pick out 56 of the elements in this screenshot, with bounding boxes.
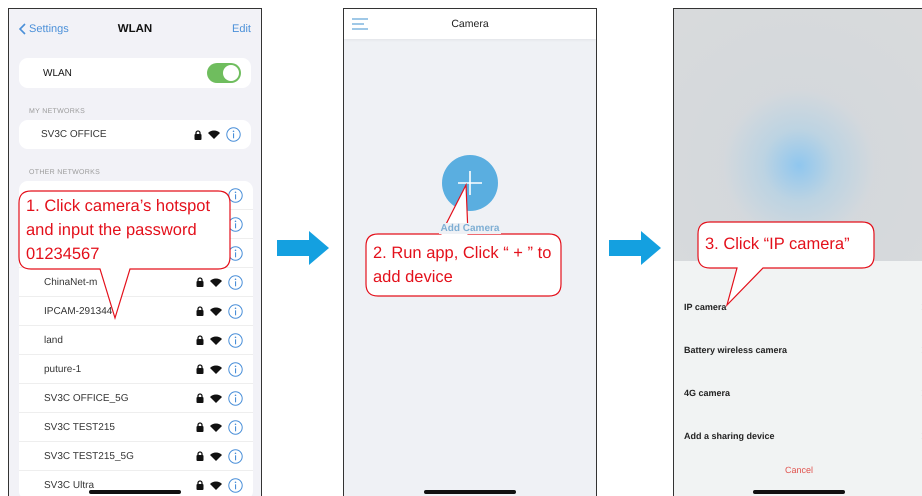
wifi-icon xyxy=(210,306,222,316)
wlan-label: WLAN xyxy=(43,68,72,78)
network-name[interactable]: IPCAM-291344 xyxy=(44,306,112,316)
lock-icon xyxy=(196,393,204,403)
device-option[interactable]: IP camera xyxy=(674,285,922,328)
info-icon[interactable] xyxy=(228,362,243,376)
network-name[interactable]: ChinaNet-m xyxy=(44,276,98,288)
network-name[interactable]: puture-1 xyxy=(44,364,82,374)
device-option[interactable]: Add a sharing device xyxy=(674,414,922,457)
info-icon[interactable] xyxy=(228,274,243,290)
info-icon[interactable] xyxy=(228,448,243,464)
lock-icon xyxy=(194,130,202,140)
info-icon[interactable] xyxy=(228,390,243,406)
info-icon[interactable] xyxy=(228,246,243,260)
info-icon[interactable] xyxy=(228,216,243,232)
screen-title: WLAN xyxy=(118,23,152,35)
callout-text: 1. Click camera’s hotspot and input the password 01234567 xyxy=(26,196,212,265)
wlan-toggle[interactable] xyxy=(207,63,241,83)
plus-icon xyxy=(456,169,484,197)
device-option[interactable]: 4G camera xyxy=(674,371,922,414)
lock-icon xyxy=(196,451,204,461)
info-icon[interactable] xyxy=(228,304,243,318)
info-icon[interactable] xyxy=(228,478,243,492)
wifi-icon xyxy=(208,130,220,139)
device-option[interactable]: Battery wireless camera xyxy=(674,328,922,371)
back-label: Settings xyxy=(29,23,69,35)
arrow-icon xyxy=(609,231,661,265)
network-name[interactable]: SV3C OFFICE_5G xyxy=(44,392,128,404)
network-name[interactable]: SV3C TEST215_5G xyxy=(44,450,134,462)
menu-icon[interactable] xyxy=(352,18,368,30)
info-icon[interactable] xyxy=(228,188,243,202)
callout-text: 2. Run app, Click “ + ” to add device xyxy=(373,243,552,288)
wifi-icon xyxy=(210,364,222,374)
info-icon[interactable] xyxy=(228,420,243,434)
wifi-icon xyxy=(210,278,222,286)
lock-icon xyxy=(196,335,204,345)
lock-icon xyxy=(196,306,204,316)
wifi-icon xyxy=(210,452,222,460)
wifi-icon xyxy=(210,422,222,432)
add-camera-label: Add Camera xyxy=(438,223,502,234)
callout-text: 3. Click “IP camera” xyxy=(705,234,851,255)
info-icon[interactable] xyxy=(228,332,243,348)
back-chevron-icon xyxy=(19,23,26,35)
lock-icon xyxy=(196,277,204,287)
wifi-icon xyxy=(210,394,222,402)
lock-icon xyxy=(196,480,204,490)
network-name[interactable]: land xyxy=(44,334,63,346)
screen-title: Camera xyxy=(451,18,489,30)
wifi-icon xyxy=(210,480,222,490)
arrow-icon xyxy=(276,231,328,265)
wifi-icon xyxy=(210,336,222,344)
info-icon[interactable] xyxy=(226,127,241,142)
lock-icon xyxy=(196,364,204,374)
lock-icon xyxy=(196,422,204,432)
network-name[interactable]: SV3C Ultra xyxy=(44,480,94,490)
network-name[interactable]: SV3C TEST215 xyxy=(44,422,115,432)
